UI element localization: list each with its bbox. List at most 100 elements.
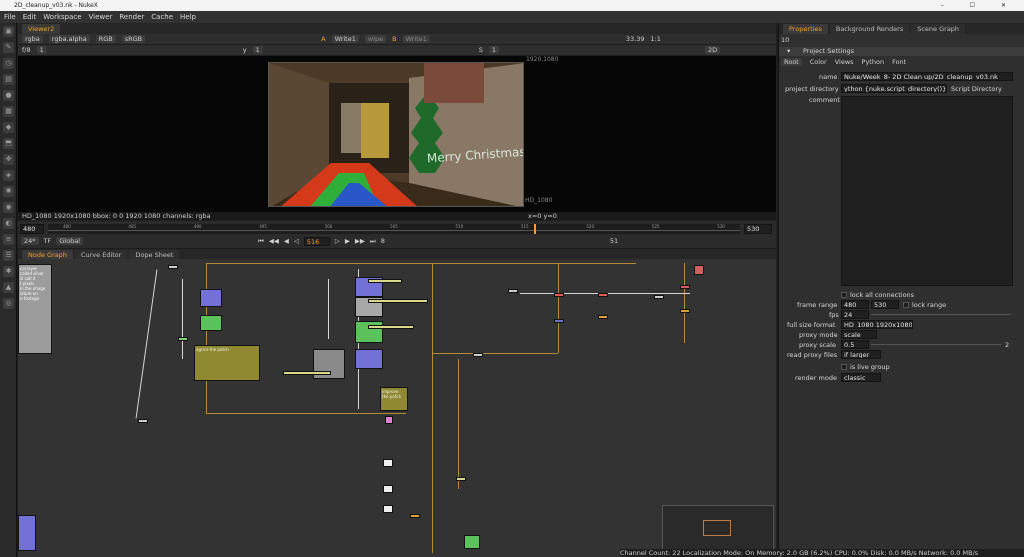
tab-root[interactable]: Root <box>781 58 802 66</box>
zoom-value[interactable]: 33.39 <box>626 35 645 43</box>
menu-edit[interactable]: Edit <box>23 13 37 21</box>
view-mode-select[interactable]: 2D <box>705 46 721 54</box>
node[interactable] <box>283 371 331 375</box>
furnace-icon[interactable]: ▲ <box>3 282 14 293</box>
time-icon[interactable]: ◷ <box>3 58 14 69</box>
node[interactable] <box>598 315 608 319</box>
current-frame-field[interactable]: 516 <box>303 236 330 246</box>
draw-icon[interactable]: ✎ <box>3 42 14 53</box>
node-graph-canvas[interactable]: cal layer called silver ill call it t pi… <box>18 259 776 557</box>
keyer-icon[interactable]: ◆ <box>3 122 14 133</box>
node[interactable] <box>554 293 564 297</box>
tab-background-renders[interactable]: Background Renders <box>829 24 910 34</box>
channels-select[interactable]: rgba <box>22 35 43 43</box>
particles-icon[interactable]: ✺ <box>3 186 14 197</box>
nuke-icon[interactable]: ◎ <box>3 298 14 309</box>
node[interactable] <box>654 295 664 299</box>
fps-field[interactable]: 24 <box>841 310 869 319</box>
menu-workspace[interactable]: Workspace <box>43 13 81 21</box>
menu-help[interactable]: Help <box>180 13 196 21</box>
goto-start-icon[interactable]: ⏮ <box>258 237 264 246</box>
backdrop-node[interactable]: agrice the patch <box>194 345 260 381</box>
tab-font[interactable]: Font <box>892 58 906 68</box>
metadata-icon[interactable]: ≡ <box>3 234 14 245</box>
a-input-select[interactable]: Write1 <box>331 35 359 43</box>
fstop-field[interactable]: 1 <box>36 46 47 54</box>
script-directory-button[interactable]: Script Directory <box>951 85 1002 93</box>
full-size-format-select[interactable]: HD_1080 1920x1080 <box>841 320 913 329</box>
menu-cache[interactable]: Cache <box>151 13 173 21</box>
menu-render[interactable]: Render <box>119 13 144 21</box>
step-field[interactable]: 8 <box>381 237 385 245</box>
ratio-value[interactable]: 1:1 <box>650 35 660 43</box>
node[interactable] <box>178 337 188 341</box>
frame-range-start[interactable]: 480 <box>841 300 869 309</box>
node[interactable] <box>383 505 393 513</box>
menu-file[interactable]: File <box>4 13 16 21</box>
node[interactable] <box>200 315 222 331</box>
deep-icon[interactable]: ◉ <box>3 202 14 213</box>
channel-icon[interactable]: ▤ <box>3 74 14 85</box>
node[interactable] <box>200 289 222 307</box>
play-back-icon[interactable]: ◀ <box>284 237 289 245</box>
render-mode-select[interactable]: classic <box>841 373 881 382</box>
scope-select[interactable]: Global <box>56 237 83 245</box>
proxy-mode-select[interactable]: scale <box>841 330 877 339</box>
next-frame-icon[interactable]: ▷ <box>335 237 340 245</box>
node[interactable] <box>383 459 393 467</box>
node[interactable] <box>680 309 690 313</box>
live-group-checkbox[interactable] <box>841 364 847 370</box>
minimap-viewport[interactable] <box>703 520 731 536</box>
frame-range-end[interactable]: 530 <box>871 300 899 309</box>
merge-icon[interactable]: ⬒ <box>3 138 14 149</box>
node[interactable] <box>694 265 704 275</box>
prev-key-icon[interactable]: ◀◀ <box>269 237 279 245</box>
node[interactable] <box>554 319 564 323</box>
node[interactable] <box>680 285 690 289</box>
wipe-mode-select[interactable]: wipe <box>364 35 387 43</box>
window-controls[interactable]: – ☐ ✕ <box>941 0 1018 11</box>
node[interactable] <box>473 353 483 357</box>
toolsets-icon[interactable]: ☰ <box>3 250 14 261</box>
lut-select[interactable]: sRGB <box>121 35 146 43</box>
proxy-scale-slider[interactable] <box>871 344 1001 345</box>
node-graph-minimap[interactable] <box>662 505 774 555</box>
other-icon[interactable]: ✱ <box>3 266 14 277</box>
node[interactable] <box>138 419 148 423</box>
alpha-select[interactable]: rgba.alpha <box>48 35 90 43</box>
node[interactable] <box>508 289 518 293</box>
prev-frame-icon[interactable]: ◁ <box>294 237 299 245</box>
backdrop-node[interactable]: improve the patch <box>380 387 408 411</box>
lock-connections-row[interactable]: lock all connections <box>841 291 914 299</box>
node[interactable] <box>168 265 178 269</box>
node[interactable] <box>410 514 420 518</box>
frame-range-in[interactable]: 480 <box>20 224 44 234</box>
tab-scene-graph[interactable]: Scene Graph <box>911 24 966 34</box>
project-dir-field[interactable]: ython {nuke.script_directory()}] <box>841 84 947 93</box>
end-frame-field[interactable]: 51 <box>610 237 618 245</box>
read-proxy-select[interactable]: if larger <box>841 350 881 359</box>
node[interactable] <box>383 485 393 493</box>
properties-count[interactable]: 10 <box>781 36 789 44</box>
tab-properties[interactable]: Properties <box>783 24 828 34</box>
comment-field[interactable] <box>841 96 1013 286</box>
fps-slider[interactable] <box>871 314 1011 315</box>
node[interactable] <box>368 279 402 283</box>
node[interactable] <box>18 515 36 551</box>
node[interactable] <box>598 293 608 297</box>
proxy-scale-field[interactable]: 0.5 <box>841 340 869 349</box>
image-icon[interactable]: ▣ <box>3 26 14 37</box>
transform-icon[interactable]: ✥ <box>3 154 14 165</box>
play-icon[interactable]: ▶ <box>345 237 350 245</box>
saturation-field[interactable]: 1 <box>488 46 500 54</box>
lock-range-row[interactable]: lock range <box>903 301 946 309</box>
frame-range-out[interactable]: 530 <box>744 224 772 234</box>
node[interactable] <box>368 325 414 329</box>
live-group-row[interactable]: is live group <box>841 363 890 371</box>
node[interactable] <box>368 299 428 303</box>
timeline-scrubber[interactable]: 480 485 490 495 500 505 510 515 520 525 … <box>48 224 740 234</box>
tf-toggle[interactable]: TF <box>44 237 52 245</box>
b-input-select[interactable]: Write1 <box>402 35 430 43</box>
fps-select[interactable]: 24* <box>21 237 39 245</box>
lock-connections-checkbox[interactable] <box>841 292 847 298</box>
